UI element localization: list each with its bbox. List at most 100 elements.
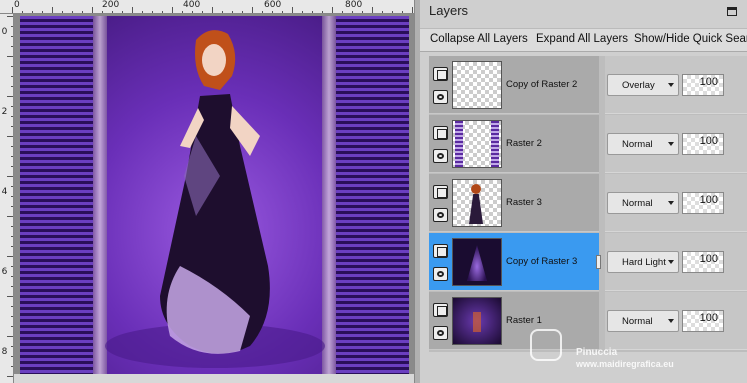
ruler-tick [132, 7, 133, 13]
blend-mode-dropdown[interactable]: Normal [607, 133, 679, 155]
layer-thumbnail [452, 120, 502, 168]
blend-mode-label: Overlay [622, 80, 655, 91]
ruler-tick [12, 7, 13, 13]
layer-row-selected[interactable]: Copy of Raster 3 Hard Light 100 [429, 233, 747, 291]
ruler-label: 8 [1, 347, 8, 357]
opacity-field[interactable]: 100 [682, 192, 724, 214]
ruler-tick [52, 7, 53, 13]
ruler-label: 2 [1, 107, 8, 117]
panel-title: Layers [429, 3, 469, 18]
ruler-tick [7, 216, 13, 217]
opacity-value: 100 [699, 194, 718, 206]
layers-toolbar: Collapse All Layers Expand All Layers Sh… [420, 28, 747, 52]
artwork-image[interactable] [20, 16, 409, 374]
canvas-bottom-edge [14, 374, 414, 383]
maximize-icon[interactable] [727, 7, 737, 16]
opacity-field[interactable]: 100 [682, 251, 724, 273]
layer-thumbnail [452, 61, 502, 109]
layer-info[interactable]: Raster 2 [429, 115, 599, 173]
chevron-down-icon [668, 201, 674, 205]
layer-thumbnail [452, 297, 502, 345]
ruler-tick [252, 7, 253, 13]
ruler-tick [7, 376, 13, 377]
layer-type-icon[interactable] [433, 67, 448, 81]
heart-logo-icon [530, 329, 562, 361]
ruler-tick [372, 7, 373, 13]
blend-mode-dropdown[interactable]: Normal [607, 192, 679, 214]
ruler-tick [212, 7, 213, 13]
opacity-value: 100 [699, 135, 718, 147]
blend-mode-label: Normal [622, 198, 653, 209]
visibility-eye-icon[interactable] [433, 208, 448, 222]
left-stripe-panel [20, 16, 93, 374]
layer-type-icon[interactable] [433, 303, 448, 317]
ruler-tick [7, 56, 13, 57]
layer-properties: Normal 100 [605, 174, 747, 232]
ruler-tick [7, 256, 13, 257]
visibility-eye-icon[interactable] [433, 267, 448, 281]
chevron-down-icon [668, 319, 674, 323]
layer-thumbnail [452, 179, 502, 227]
chevron-down-icon [668, 260, 674, 264]
watermark-name: Pinuccia [576, 347, 618, 358]
ruler-label: 800 [345, 0, 363, 10]
ruler-tick [292, 7, 293, 13]
blend-mode-label: Hard Light [622, 257, 666, 268]
layer-thumbnail [452, 238, 502, 286]
vertical-ruler: 0 2 4 6 8 [0, 14, 14, 383]
layer-info[interactable]: Raster 3 [429, 174, 599, 232]
ruler-tick [172, 7, 173, 13]
blend-mode-dropdown[interactable]: Overlay [607, 74, 679, 96]
visibility-eye-icon[interactable] [433, 149, 448, 163]
ruler-label: 400 [183, 0, 201, 10]
visibility-eye-icon[interactable] [433, 326, 448, 340]
layer-row[interactable]: Copy of Raster 2 Overlay 100 [429, 56, 747, 114]
layer-list: Copy of Raster 2 Overlay 100 Raster 2 No… [429, 56, 747, 352]
opacity-value: 100 [699, 253, 718, 265]
layer-row[interactable]: Raster 2 Normal 100 [429, 115, 747, 173]
ruler-tick [7, 136, 13, 137]
ruler-tick [7, 296, 13, 297]
layer-properties: Overlay 100 [605, 56, 747, 114]
blend-mode-label: Normal [622, 139, 653, 150]
collapse-all-button[interactable]: Collapse All Layers [430, 33, 528, 45]
opacity-value: 100 [699, 76, 718, 88]
layer-name[interactable]: Raster 3 [506, 197, 542, 208]
layer-info[interactable]: Copy of Raster 2 [429, 56, 599, 114]
layer-type-icon[interactable] [433, 185, 448, 199]
chevron-down-icon [668, 83, 674, 87]
layer-row[interactable]: Raster 3 Normal 100 [429, 174, 747, 232]
ruler-label: 600 [264, 0, 282, 10]
opacity-value: 100 [699, 312, 718, 324]
ruler-tick [7, 16, 13, 17]
woman-figure [105, 30, 325, 368]
ruler-tick [7, 96, 13, 97]
layer-type-icon[interactable] [433, 244, 448, 258]
paint-app-window: 0 200 400 600 800 0 2 4 6 8 Layers Collapse All … [0, 0, 747, 383]
expand-all-button[interactable]: Expand All Layers [536, 33, 628, 45]
ruler-label: 6 [1, 267, 8, 277]
blend-mode-dropdown[interactable]: Hard Light [607, 251, 679, 273]
layer-type-icon[interactable] [433, 126, 448, 140]
horizontal-ruler: 0 200 400 600 800 [0, 0, 414, 14]
layer-name[interactable]: Raster 2 [506, 138, 542, 149]
show-hide-quick-search-button[interactable]: Show/Hide Quick Sear [634, 33, 747, 45]
opacity-field[interactable]: 100 [682, 133, 724, 155]
ruler-label: 0 [14, 0, 20, 10]
visibility-eye-icon[interactable] [433, 90, 448, 104]
layer-name[interactable]: Copy of Raster 2 [506, 79, 577, 90]
ruler-tick [92, 7, 93, 13]
ruler-label: 4 [1, 187, 8, 197]
ruler-tick [332, 7, 333, 13]
opacity-field[interactable]: 100 [682, 74, 724, 96]
active-layer-marker [596, 255, 601, 269]
ruler-tick [7, 176, 13, 177]
watermark-site: www.maidiregrafica.eu [576, 359, 674, 369]
ruler-tick [7, 336, 13, 337]
layer-name[interactable]: Copy of Raster 3 [506, 256, 577, 267]
chevron-down-icon [668, 142, 674, 146]
watermark: Pinuccia www.maidiregrafica.eu [530, 325, 730, 375]
ruler-tick [412, 7, 413, 13]
right-stripe-panel [336, 16, 409, 374]
layer-info[interactable]: Copy of Raster 3 [429, 233, 601, 291]
